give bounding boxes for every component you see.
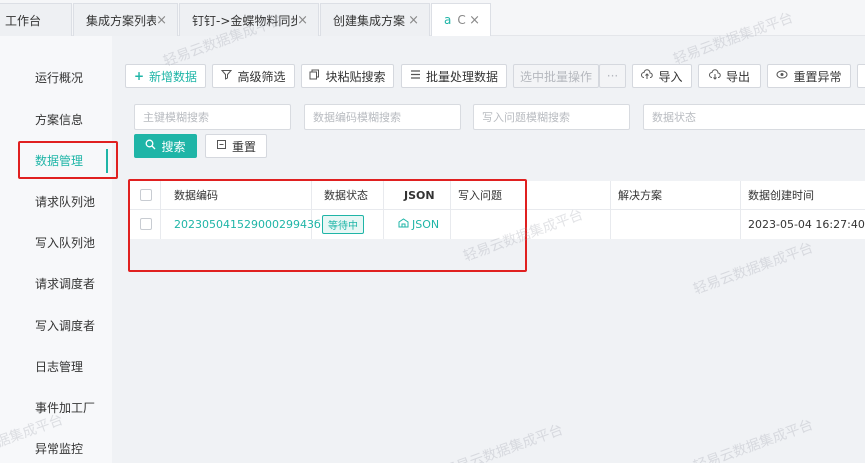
header-data-status[interactable]: 数据状态 bbox=[324, 181, 368, 209]
add-data-button[interactable]: + 新增数据 bbox=[125, 64, 206, 88]
tab-label: 工作台 bbox=[5, 13, 42, 28]
sidebar-item-label: 事件加工厂 bbox=[35, 400, 96, 415]
refresh-icon[interactable]: C bbox=[457, 13, 465, 27]
tab-create-solution[interactable]: 创建集成方案 × bbox=[320, 3, 430, 36]
export-button[interactable]: 导出 bbox=[698, 64, 761, 88]
tab-label: 集成方案列表 bbox=[86, 13, 157, 28]
import-button[interactable]: 导入 bbox=[632, 64, 692, 88]
write-issue-search-input[interactable] bbox=[473, 104, 630, 130]
toolbar-overflow-button[interactable] bbox=[857, 64, 865, 88]
sidebar-item-overview[interactable]: 运行概况 bbox=[0, 64, 112, 90]
tab-bar: 工作台 集成方案列表 × 钉钉->金蝶物料同步 × 创建集成方案 × a C × bbox=[0, 0, 865, 36]
sidebar-item-label: 异常监控 bbox=[35, 441, 84, 456]
block-paste-search-button[interactable]: 块粘贴搜索 bbox=[301, 64, 394, 88]
sidebar-item-write-queue[interactable]: 写入队列池 bbox=[0, 229, 112, 255]
column-divider bbox=[160, 181, 161, 239]
column-divider bbox=[383, 181, 384, 239]
data-status-select[interactable] bbox=[643, 104, 865, 130]
close-icon[interactable]: × bbox=[297, 13, 308, 28]
list-icon bbox=[410, 69, 421, 83]
search-icon bbox=[145, 139, 156, 153]
search-button[interactable]: 搜索 bbox=[134, 134, 197, 158]
eye-icon bbox=[776, 69, 788, 83]
header-data-code[interactable]: 数据编码 bbox=[174, 181, 218, 209]
plus-icon: + bbox=[133, 69, 145, 83]
reset-icon bbox=[216, 139, 227, 153]
sidebar-item-request-scheduler[interactable]: 请求调度者 bbox=[0, 270, 112, 296]
close-icon[interactable]: × bbox=[156, 13, 167, 28]
select-all-checkbox[interactable] bbox=[140, 189, 152, 201]
sidebar-item-solution-info[interactable]: 方案信息 bbox=[0, 106, 112, 132]
reset-button[interactable]: 重置 bbox=[205, 134, 267, 158]
more-icon: ··· bbox=[606, 69, 619, 83]
download-icon bbox=[709, 69, 721, 83]
close-icon[interactable]: × bbox=[469, 13, 480, 28]
active-indicator bbox=[106, 149, 108, 173]
tab-label: 钉钉->金蝶物料同步 bbox=[192, 13, 298, 28]
sidebar-item-write-scheduler[interactable]: 写入调度者 bbox=[0, 312, 112, 338]
upload-icon bbox=[641, 69, 654, 83]
json-link[interactable]: JSON bbox=[398, 210, 439, 239]
sidebar-item-event-factory[interactable]: 事件加工厂 bbox=[0, 394, 112, 420]
header-write-issue[interactable]: 写入问题 bbox=[458, 181, 502, 209]
batch-process-button[interactable]: 批量处理数据 bbox=[401, 64, 507, 88]
tab-dingtalk-sync[interactable]: 钉钉->金蝶物料同步 × bbox=[179, 3, 319, 36]
row-data-code-link[interactable]: 20230504152900029943б bbox=[174, 210, 321, 239]
tab-current[interactable]: a C × bbox=[431, 3, 491, 36]
primary-key-search-input[interactable] bbox=[134, 104, 291, 130]
tab-workbench[interactable]: 工作台 bbox=[0, 3, 72, 36]
sidebar: 运行概况 方案信息 数据管理 请求队列池 写入队列池 请求调度者 写入调度者 日… bbox=[0, 36, 112, 463]
sidebar-item-label: 运行概况 bbox=[35, 70, 84, 85]
sidebar-item-label: 日志管理 bbox=[35, 359, 84, 374]
sidebar-item-label: 数据管理 bbox=[35, 153, 84, 168]
data-code-search-input[interactable] bbox=[304, 104, 461, 130]
sidebar-item-data-management[interactable]: 数据管理 bbox=[0, 147, 112, 173]
header-json[interactable]: JSON bbox=[404, 181, 435, 209]
main-content bbox=[112, 36, 865, 463]
sidebar-item-label: 写入调度者 bbox=[35, 318, 96, 333]
column-divider bbox=[610, 181, 611, 239]
filter-icon bbox=[221, 69, 233, 83]
sidebar-item-label: 写入队列池 bbox=[35, 235, 96, 250]
close-icon[interactable]: × bbox=[408, 13, 419, 28]
tab-label: 创建集成方案 bbox=[333, 13, 406, 28]
column-divider bbox=[740, 181, 741, 239]
advanced-filter-button[interactable]: 高级筛选 bbox=[212, 64, 295, 88]
reset-errors-button[interactable]: 重置异常 bbox=[767, 64, 851, 88]
tab-integration-list[interactable]: 集成方案列表 × bbox=[73, 3, 178, 36]
status-badge: 等待中 bbox=[322, 215, 364, 234]
sidebar-item-label: 方案信息 bbox=[35, 112, 84, 127]
column-divider bbox=[450, 181, 451, 239]
json-icon bbox=[398, 218, 409, 231]
more-options-button[interactable]: ··· bbox=[599, 64, 626, 88]
sidebar-item-log-management[interactable]: 日志管理 bbox=[0, 353, 112, 379]
row-checkbox[interactable] bbox=[140, 218, 152, 230]
sidebar-item-label: 请求队列池 bbox=[35, 194, 96, 209]
copy-icon bbox=[309, 69, 320, 83]
sidebar-item-request-queue[interactable]: 请求队列池 bbox=[0, 188, 112, 214]
row-created-time: 2023-05-04 16:27:40 bbox=[748, 218, 865, 231]
selected-batch-button[interactable]: 选中批量操作 bbox=[513, 64, 599, 88]
header-created-time[interactable]: 数据创建时间 bbox=[748, 181, 814, 209]
sidebar-item-label: 请求调度者 bbox=[35, 276, 96, 291]
tab-label: a bbox=[444, 13, 452, 27]
header-solution[interactable]: 解决方案 bbox=[618, 181, 662, 209]
sidebar-item-exception-monitor[interactable]: 异常监控 bbox=[0, 435, 112, 461]
